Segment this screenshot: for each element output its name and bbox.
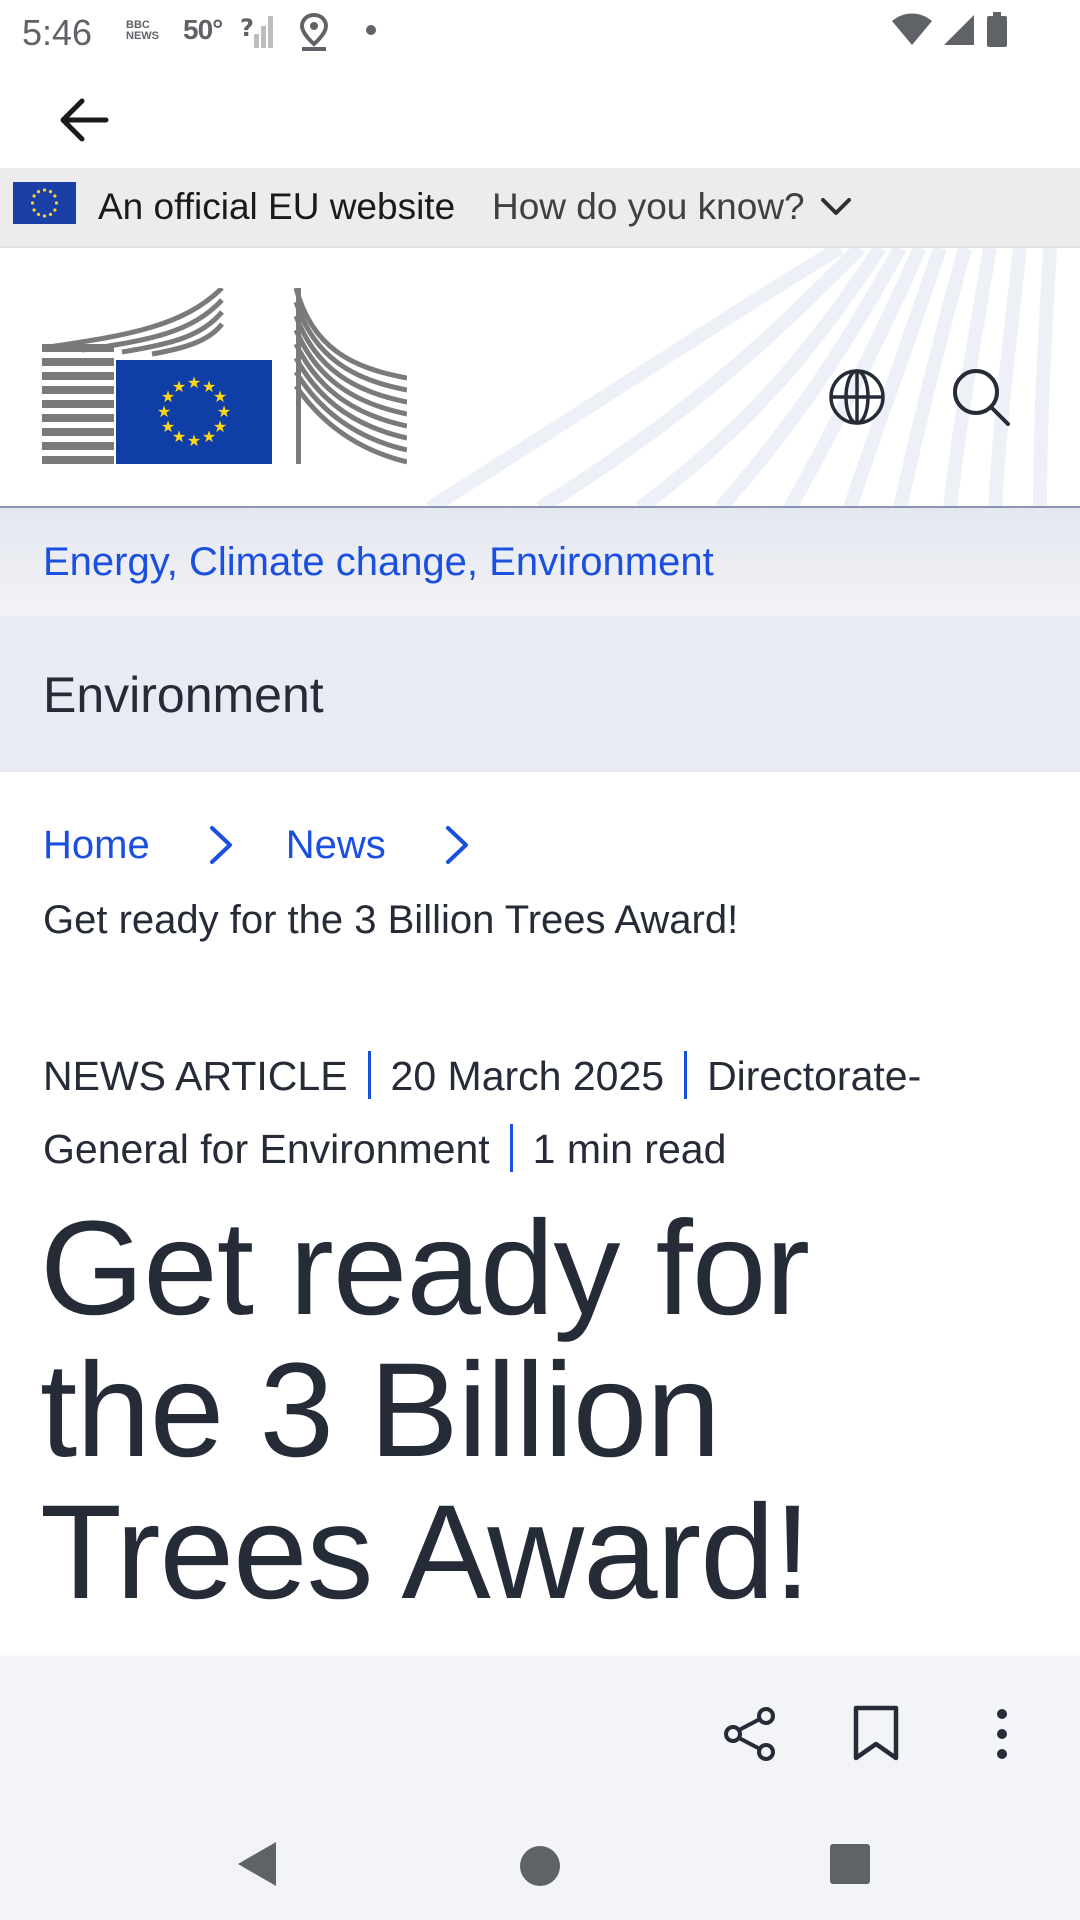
site-header: ★ ★ ★ ★ ★ ★ ★ ★ ★ ★ ★ ★ bbox=[0, 248, 1080, 508]
cell-signal-icon bbox=[944, 15, 974, 45]
status-bar: 5:46 BBC NEWS 50° ? bbox=[0, 0, 1080, 64]
section-bar: Environment bbox=[0, 616, 1080, 772]
svg-text:★: ★ bbox=[187, 431, 201, 450]
chevron-right-icon bbox=[209, 826, 232, 864]
status-time: 5:46 bbox=[22, 12, 93, 53]
more-vert-icon[interactable] bbox=[982, 1704, 1022, 1764]
article-title: Get ready for the 3 Billion Trees Award! bbox=[40, 1194, 811, 1627]
svg-text:★: ★ bbox=[202, 427, 216, 446]
site-name-link[interactable]: Energy, Climate change, Environment bbox=[43, 540, 714, 585]
section-title: Environment bbox=[43, 667, 324, 723]
svg-text:★: ★ bbox=[187, 373, 201, 392]
how-do-you-know-label: How do you know? bbox=[492, 186, 805, 227]
search-icon[interactable] bbox=[950, 366, 1012, 428]
globe-icon[interactable] bbox=[826, 366, 888, 428]
article-type: NEWS ARTICLE bbox=[43, 1053, 348, 1099]
no-signal-icon: ? bbox=[240, 14, 273, 48]
breadcrumb-current: Get ready for the 3 Billion Trees Award! bbox=[43, 898, 739, 942]
nav-recents-icon[interactable] bbox=[830, 1844, 870, 1884]
bbc-news-icon: BBC NEWS bbox=[126, 19, 159, 42]
article-date: 20 March 2025 bbox=[390, 1053, 665, 1099]
system-nav-bar bbox=[0, 1808, 1080, 1920]
how-do-you-know-toggle[interactable]: How do you know? bbox=[492, 186, 853, 228]
location-icon bbox=[299, 12, 329, 51]
official-eu-text: An official EU website bbox=[98, 186, 456, 227]
app-toolbar bbox=[0, 64, 1080, 168]
european-commission-logo: ★ ★★ ★★★ ★★★ ★★★ bbox=[42, 288, 407, 465]
breadcrumb: Home News bbox=[43, 820, 522, 870]
breadcrumb-home[interactable]: Home bbox=[43, 823, 150, 868]
meta-separator bbox=[684, 1051, 688, 1100]
svg-text:?: ? bbox=[240, 14, 254, 42]
meta-separator bbox=[367, 1051, 371, 1100]
notification-dot-icon bbox=[366, 25, 376, 35]
nav-home-icon[interactable] bbox=[520, 1846, 560, 1886]
eu-official-banner: An official EU website How do you know? bbox=[0, 168, 1080, 248]
bookmark-icon[interactable] bbox=[850, 1704, 902, 1762]
breadcrumb-news[interactable]: News bbox=[286, 823, 386, 868]
weather-temperature: 50° bbox=[183, 14, 223, 45]
share-icon[interactable] bbox=[722, 1706, 778, 1762]
nav-back-icon[interactable] bbox=[236, 1840, 278, 1888]
wifi-icon bbox=[892, 13, 932, 45]
chevron-right-icon bbox=[445, 826, 468, 864]
meta-separator bbox=[509, 1124, 513, 1173]
battery-icon bbox=[987, 12, 1007, 47]
eu-flag-icon bbox=[13, 182, 76, 224]
browser-action-bar bbox=[0, 1656, 1080, 1808]
chevron-down-icon bbox=[820, 198, 851, 215]
site-name-bar: Energy, Climate change, Environment bbox=[0, 508, 1080, 616]
svg-text:★: ★ bbox=[172, 377, 186, 396]
article-read-time: 1 min read bbox=[532, 1126, 727, 1172]
article-meta: NEWS ARTICLE 20 March 2025 Directorate-Gen… bbox=[43, 1040, 1003, 1186]
arrow-left-icon[interactable] bbox=[52, 88, 116, 152]
